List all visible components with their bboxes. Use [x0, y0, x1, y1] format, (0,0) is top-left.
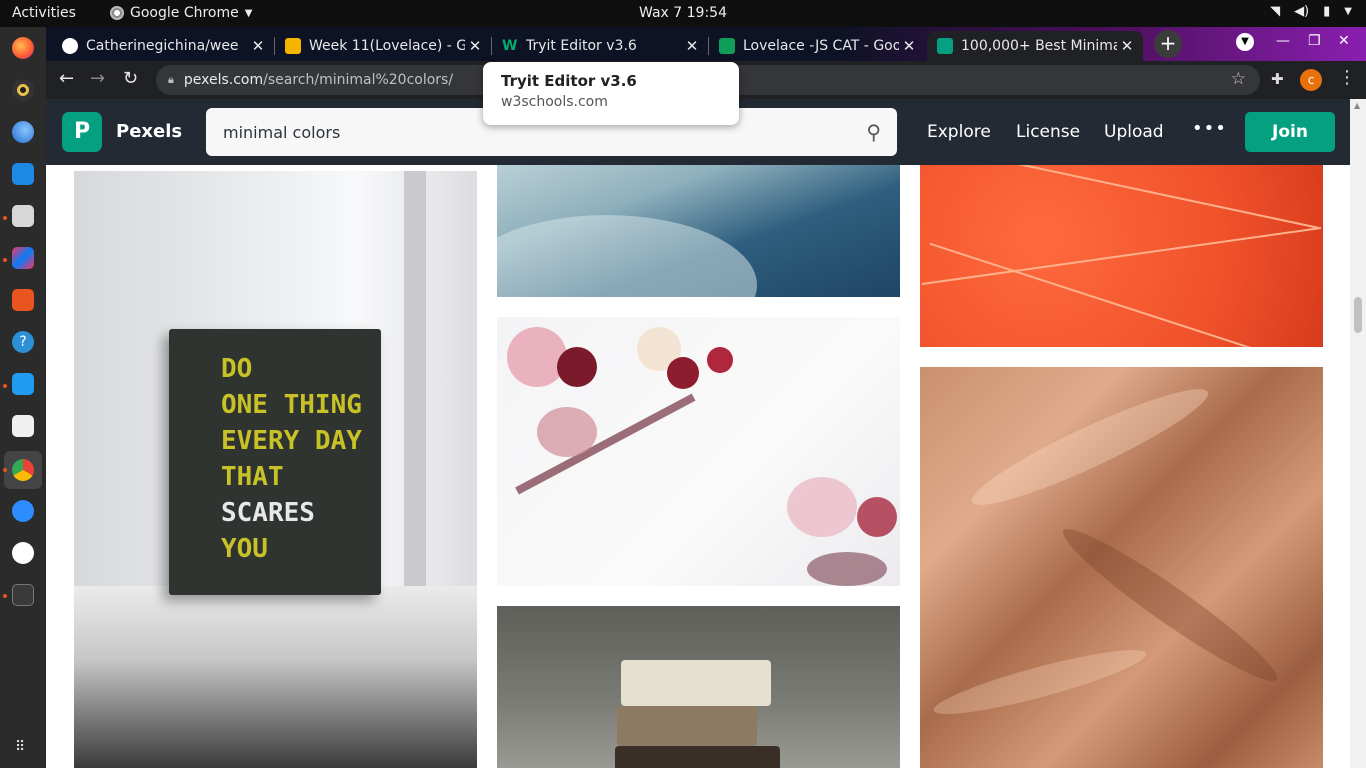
- tab-title: Week 11(Lovelace) - Go: [309, 38, 465, 54]
- writer-icon[interactable]: [12, 163, 34, 185]
- pexels-logo[interactable]: P: [62, 112, 102, 152]
- book-line: DO: [221, 354, 253, 384]
- wifi-icon: ◥: [1270, 4, 1281, 19]
- battery-icon: ▮: [1323, 4, 1331, 19]
- system-tray[interactable]: ◥ ◀) ▮ ▼: [1270, 4, 1352, 19]
- page-scrollbar[interactable]: ▲: [1350, 99, 1366, 768]
- terminal-icon[interactable]: [12, 584, 34, 606]
- nav-explore[interactable]: Explore: [927, 122, 991, 142]
- text-editor-icon[interactable]: [12, 415, 34, 437]
- back-icon[interactable]: ←: [59, 68, 74, 89]
- search-icon[interactable]: ⚲: [866, 120, 881, 144]
- join-button[interactable]: Join: [1245, 112, 1335, 152]
- tab-github[interactable]: Catherinegichina/wee ✕: [52, 31, 274, 61]
- tab-sheets[interactable]: Lovelace -JS CAT - Goo ✕: [709, 31, 925, 61]
- software-center-icon[interactable]: [12, 289, 34, 311]
- tab-title: Tryit Editor v3.6: [526, 38, 637, 54]
- close-icon[interactable]: ✕: [248, 37, 268, 55]
- search-value: minimal colors: [223, 122, 341, 142]
- tab-slides[interactable]: Week 11(Lovelace) - Go ✕: [275, 31, 491, 61]
- photo-book[interactable]: DO ONE THING EVERY DAY THAT SCARES YOU: [74, 171, 477, 768]
- thunderbird-icon[interactable]: [12, 121, 34, 143]
- photo-soap-stack[interactable]: [497, 606, 900, 768]
- url-path: /search/minimal%20colors/: [263, 72, 454, 88]
- clock[interactable]: Wax 7 19:54: [0, 5, 1366, 21]
- dock: ? ⠿: [0, 27, 46, 768]
- tab-strip: Catherinegichina/wee ✕ Week 11(Lovelace)…: [46, 27, 1366, 61]
- more-menu-icon[interactable]: •••: [1192, 118, 1227, 139]
- scrollbar-thumb[interactable]: [1354, 297, 1362, 333]
- sheets-icon: [719, 38, 735, 54]
- reload-icon[interactable]: ↻: [123, 68, 138, 89]
- nav-license[interactable]: License: [1016, 122, 1080, 142]
- shelf: [74, 586, 477, 768]
- w3schools-icon: W: [502, 38, 518, 54]
- tab-title: Lovelace -JS CAT - Goo: [743, 38, 899, 54]
- tab-search-icon[interactable]: ▼: [1236, 33, 1254, 51]
- show-apps-icon[interactable]: ⠿: [15, 739, 25, 755]
- close-icon[interactable]: ✕: [465, 37, 485, 55]
- photo-blue-abstract[interactable]: [497, 165, 900, 297]
- extensions-icon[interactable]: ✚: [1271, 70, 1284, 88]
- rhythmbox-icon[interactable]: [12, 79, 34, 101]
- close-icon[interactable]: ✕: [1117, 37, 1137, 55]
- close-icon[interactable]: ✕: [682, 37, 702, 55]
- slides-icon: [285, 38, 301, 54]
- github-icon: [62, 38, 78, 54]
- chrome-icon[interactable]: [12, 459, 34, 481]
- close-window-icon[interactable]: ✕: [1338, 33, 1350, 49]
- tab-title: 100,000+ Best Minimal: [961, 38, 1117, 54]
- close-icon[interactable]: ✕: [899, 37, 919, 55]
- bookmark-star-icon[interactable]: ☆: [1231, 69, 1246, 89]
- tab-title: Catherinegichina/wee: [86, 38, 239, 54]
- menu-icon[interactable]: ⋮: [1338, 67, 1356, 88]
- lock-icon: 🔒︎: [168, 73, 174, 86]
- photo-orange-leaf[interactable]: [920, 165, 1323, 347]
- new-tab-button[interactable]: +: [1154, 30, 1182, 58]
- help-icon[interactable]: ?: [12, 331, 34, 353]
- app-icon[interactable]: [12, 542, 34, 564]
- scroll-up-icon[interactable]: ▲: [1354, 101, 1360, 110]
- book-line: THAT: [221, 462, 284, 492]
- tab-pexels[interactable]: 100,000+ Best Minimal ✕: [927, 31, 1143, 61]
- photo-flowers[interactable]: [497, 317, 900, 586]
- nav-upload[interactable]: Upload: [1104, 122, 1164, 142]
- book-line: YOU: [221, 534, 268, 564]
- minimize-icon[interactable]: —: [1276, 33, 1290, 49]
- tab-w3schools[interactable]: W Tryit Editor v3.6 ✕: [492, 31, 708, 61]
- volume-icon: ◀): [1294, 4, 1310, 19]
- forward-icon[interactable]: →: [90, 68, 105, 89]
- maximize-icon[interactable]: ❐: [1308, 33, 1321, 49]
- window-frame: [404, 171, 426, 611]
- url-host: pexels.com: [183, 72, 264, 88]
- book: DO ONE THING EVERY DAY THAT SCARES YOU: [169, 329, 381, 595]
- profile-avatar[interactable]: c: [1300, 69, 1322, 91]
- pexels-icon: [937, 38, 953, 54]
- tab-hover-card: Tryit Editor v3.6 w3schools.com: [483, 62, 739, 125]
- intellij-icon[interactable]: [12, 247, 34, 269]
- book-line: ONE THING: [221, 390, 362, 420]
- book-line: SCARES: [221, 498, 315, 528]
- pexels-brand[interactable]: Pexels: [116, 121, 182, 142]
- pexels-page: DO ONE THING EVERY DAY THAT SCARES YOU P…: [46, 99, 1350, 768]
- book-line: EVERY DAY: [221, 426, 362, 456]
- chevron-down-icon: ▼: [1344, 6, 1352, 17]
- firefox-icon[interactable]: [12, 37, 34, 59]
- vscode-icon[interactable]: [12, 373, 34, 395]
- files-icon[interactable]: [12, 205, 34, 227]
- zoom-icon[interactable]: [12, 500, 34, 522]
- hover-card-domain: w3schools.com: [501, 94, 608, 110]
- hover-card-title: Tryit Editor v3.6: [501, 72, 637, 90]
- photo-satin-fabric[interactable]: [920, 367, 1323, 768]
- system-top-panel: Activities Google Chrome ▼ Wax 7 19:54 ◥…: [0, 0, 1366, 27]
